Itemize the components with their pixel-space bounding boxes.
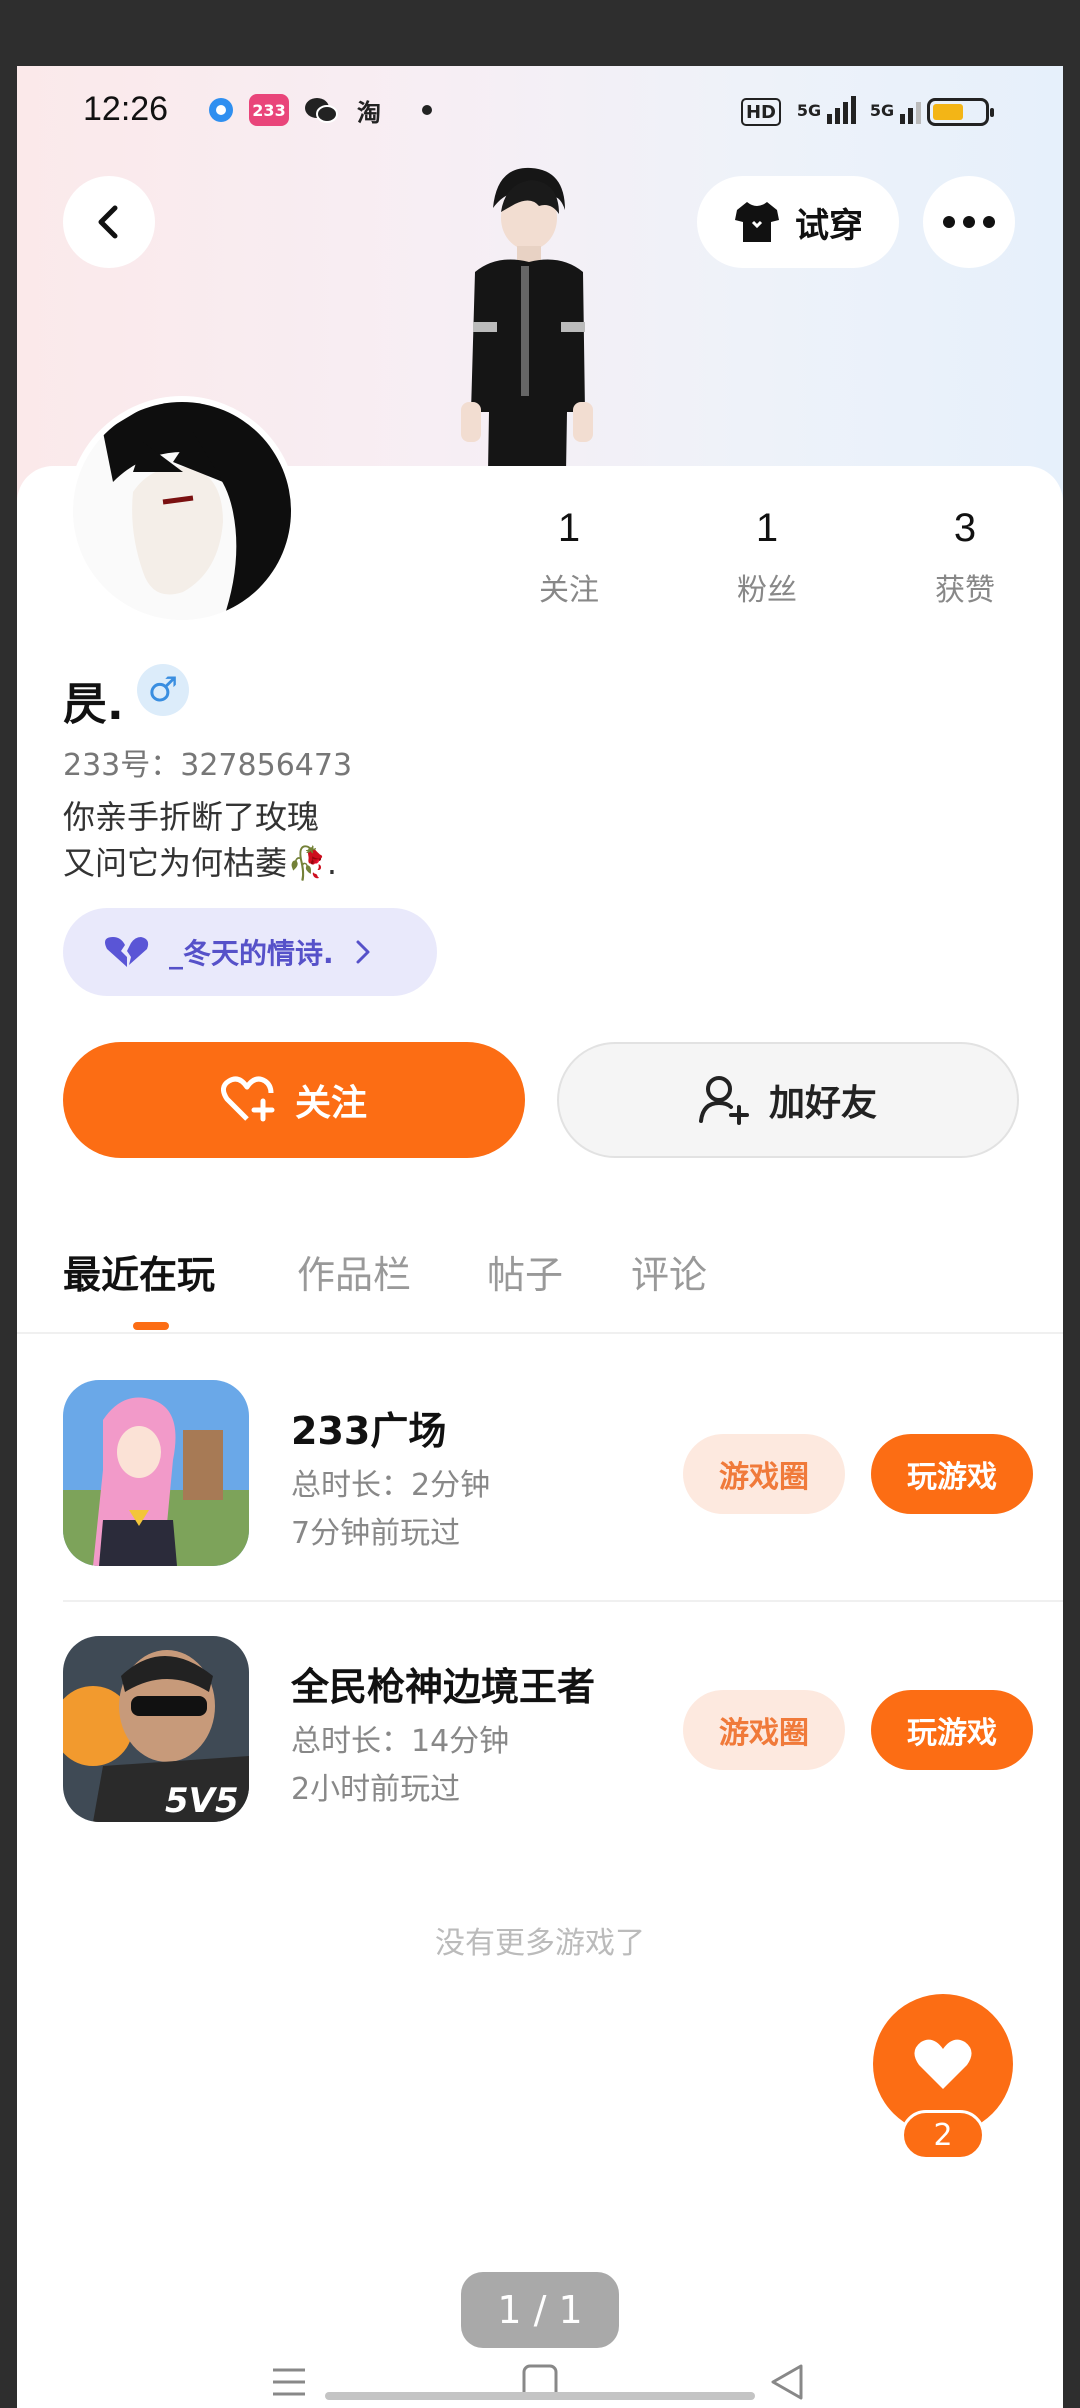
- game-title: 233广场: [291, 1409, 447, 1453]
- stat-followers[interactable]: 1 粉丝: [707, 506, 827, 609]
- tab-comments[interactable]: 评论: [631, 1244, 707, 1299]
- app-screen: 12:26 233 淘 HD 5G 5G 试穿 1 关注 1 粉丝 3 获赞 昃…: [17, 66, 1063, 2408]
- game-last-played: 7分钟前玩过: [291, 1516, 461, 1551]
- list-item[interactable]: 233广场 总时长：2分钟 7分钟前玩过 游戏圈 玩游戏: [63, 1380, 1063, 1570]
- more-button[interactable]: [923, 176, 1015, 268]
- system-nav-bar: [17, 2356, 1063, 2408]
- heart-plus-icon: [220, 1076, 275, 1122]
- stat-followers-label: 粉丝: [737, 573, 797, 608]
- tab-posts[interactable]: 帖子: [487, 1244, 563, 1299]
- profile-bio: 你亲手折断了玫瑰 又问它为何枯萎🥀.: [63, 798, 338, 882]
- signal-2-label: 5G: [869, 100, 895, 120]
- signal-1-label: 5G: [796, 100, 822, 120]
- play-game-button[interactable]: 玩游戏: [871, 1434, 1033, 1514]
- more-dots-icon: [943, 216, 995, 228]
- male-gender-icon: ♂: [137, 664, 189, 716]
- tabs-divider: [17, 1332, 1063, 1334]
- broken-heart-icon: [105, 937, 149, 967]
- stat-likes-value: 3: [953, 506, 977, 550]
- game-title: 全民枪神边境王者: [291, 1665, 596, 1709]
- stat-following-value: 1: [557, 506, 581, 550]
- game-icon-233-plaza: [63, 1380, 249, 1566]
- game-icon-5v5-text: 5V5: [165, 1781, 239, 1821]
- add-user-icon: [698, 1076, 749, 1125]
- follow-button[interactable]: 关注: [63, 1042, 525, 1158]
- stat-followers-value: 1: [755, 506, 779, 550]
- profile-uid[interactable]: 233号：327856473: [63, 740, 352, 784]
- chevron-right-icon: [356, 940, 370, 964]
- like-count-badge: 2: [901, 2110, 985, 2160]
- relationship-pill[interactable]: _冬天的情诗.: [63, 908, 437, 996]
- game-circle-button[interactable]: 游戏圈: [683, 1690, 845, 1770]
- avatar-image: [73, 402, 291, 620]
- game-icon-quanmin-qiangshen: 5V5: [63, 1636, 249, 1822]
- follow-label: 关注: [294, 1083, 367, 1124]
- notification-circle-icon: [207, 94, 235, 126]
- battery-icon: [927, 98, 994, 126]
- play-game-button[interactable]: 玩游戏: [871, 1690, 1033, 1770]
- stat-likes[interactable]: 3 获赞: [905, 506, 1025, 609]
- game-last-played: 2小时前玩过: [291, 1772, 461, 1807]
- dot-icon: [421, 94, 433, 126]
- chevron-left-icon: [98, 205, 118, 239]
- back-nav-icon[interactable]: [767, 2362, 807, 2402]
- taobao-icon: 淘: [357, 98, 381, 127]
- add-friend-button[interactable]: 加好友: [557, 1042, 1019, 1158]
- signal-5g-icon-1: 5G: [793, 94, 863, 126]
- try-on-label: 试穿: [795, 205, 863, 246]
- tshirt-icon: [735, 202, 779, 242]
- stat-following[interactable]: 1 关注: [509, 506, 629, 609]
- game-total-time: 总时长：14分钟: [291, 1724, 510, 1759]
- heart-icon: [914, 2039, 972, 2089]
- wechat-icon: [303, 94, 339, 126]
- avatar[interactable]: [67, 396, 297, 626]
- try-on-button[interactable]: 试穿: [697, 176, 899, 268]
- profile-name: 昃.: [63, 679, 124, 730]
- list-divider: [63, 1600, 1063, 1602]
- no-more-games-text: 没有更多游戏了: [435, 1926, 645, 1961]
- stat-likes-label: 获赞: [935, 573, 995, 608]
- app-233-icon: 233: [249, 94, 289, 126]
- add-friend-label: 加好友: [768, 1083, 877, 1124]
- home-indicator[interactable]: [325, 2392, 755, 2400]
- relationship-pill-label: _冬天的情诗.: [169, 937, 334, 970]
- tab-active-indicator: [133, 1322, 169, 1330]
- menu-icon[interactable]: [269, 2362, 309, 2402]
- list-item[interactable]: 5V5 全民枪神边境王者 总时长：14分钟 2小时前玩过 游戏圈 玩游戏: [63, 1636, 1063, 1826]
- signal-5g-icon-2: 5G: [869, 94, 925, 126]
- stat-following-label: 关注: [539, 573, 599, 608]
- tab-recently-played[interactable]: 最近在玩: [63, 1244, 215, 1299]
- back-button[interactable]: [63, 176, 155, 268]
- status-time: 12:26: [83, 90, 169, 128]
- tab-works[interactable]: 作品栏: [297, 1244, 411, 1299]
- status-bar: 12:26 233 淘 HD 5G 5G: [17, 66, 1063, 156]
- game-total-time: 总时长：2分钟: [291, 1468, 491, 1503]
- hd-icon: HD: [741, 98, 781, 126]
- page-indicator: 1 / 1: [461, 2272, 619, 2348]
- game-circle-button[interactable]: 游戏圈: [683, 1434, 845, 1514]
